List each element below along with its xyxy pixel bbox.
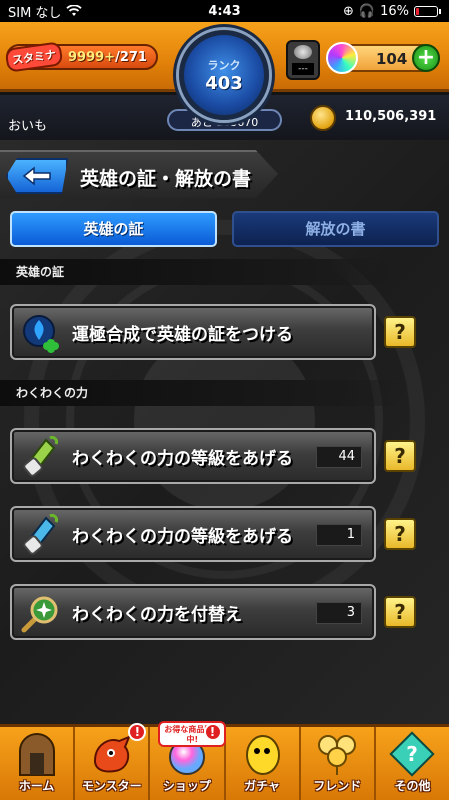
stamina-gauge: スタミナ 9999+ /271 (4, 41, 158, 73)
help-button-change-wakuwaku[interactable]: ? (384, 596, 416, 628)
nav-home[interactable]: ホーム (0, 727, 76, 800)
gold-value: 110,506,391 (345, 109, 437, 124)
gold-coin-icon (310, 105, 336, 131)
rotation-lock-icon: ⊕ (343, 3, 354, 19)
monster-icon (93, 735, 131, 773)
stamina-max: /271 (115, 49, 147, 65)
carrier-text: SIM なし (8, 5, 62, 21)
rank-label: ランク (207, 58, 241, 72)
orb-counter: 104 + (326, 42, 440, 74)
help-button-hero-proof[interactable]: ? (384, 316, 416, 348)
upgrade-wakuwaku-el-button[interactable]: わくわくの力の等級をあげる 1 (10, 506, 376, 562)
help-button-upgrade-wakuwaku[interactable]: ? (384, 440, 416, 472)
battery-nub (439, 8, 441, 14)
battery-percent: 16% (380, 3, 409, 19)
add-orb-button[interactable]: + (412, 44, 440, 72)
change-wakuwaku-button[interactable]: わくわくの力を付替え 3 (10, 584, 376, 640)
other-question-icon: ? (389, 731, 436, 777)
wifi-icon (66, 5, 83, 16)
menu-label-change-wakuwaku: わくわくの力を付替え (72, 605, 242, 625)
count-upgrade-wakuwaku: 44 (316, 446, 362, 468)
gacha-egg-icon (246, 735, 281, 775)
nav-label-shop: ショップ (162, 779, 211, 793)
tab-hero-proof[interactable]: 英雄の証 (10, 211, 217, 247)
hero-proof-icon (23, 315, 59, 353)
battery-icon (414, 5, 438, 17)
orb-count: 104 (376, 50, 408, 68)
nav-other[interactable]: ? その他 (376, 727, 449, 800)
upgrade-wakuwaku-button[interactable]: わくわくの力の等級をあげる 44 (10, 428, 376, 484)
friend-balloons-icon (318, 735, 357, 775)
attach-hero-proof-button[interactable]: 運極合成で英雄の証をつける (10, 304, 376, 360)
status-bar: SIM なし 4:43 ⊕ 🎧 16% (0, 0, 449, 22)
nav-monster[interactable]: ! モンスター (75, 723, 151, 800)
nav-label-gacha: ガチャ (244, 779, 281, 793)
stage-device-icon[interactable]: --- (286, 40, 320, 80)
svg-text:?: ? (407, 742, 419, 766)
el-potion-bottle-icon (23, 514, 58, 555)
back-button[interactable] (6, 158, 68, 194)
rank-value: 403 (205, 72, 243, 94)
nav-label-other: その他 (394, 779, 431, 793)
count-change-wakuwaku: 3 (316, 602, 362, 624)
section-header-hero-proof: 英雄の証 (0, 259, 412, 285)
nav-shop[interactable]: お得な商品販売中! ! ショップ (150, 721, 227, 800)
menu-label-upgrade-wakuwaku-el: わくわくの力の等級をあげる (72, 527, 293, 547)
stage-text: --- (292, 63, 314, 75)
page-title: 英雄の証・解放の書 (80, 168, 252, 190)
nav-label-home: ホーム (18, 779, 55, 793)
tab-release-book[interactable]: 解放の書 (232, 211, 439, 247)
menu-label-attach-hero-proof: 運極合成で英雄の証をつける (72, 325, 293, 345)
section-header-wakuwaku: わくわくの力 (0, 380, 412, 406)
nav-badge-monster: ! (128, 723, 147, 741)
stamina-label: スタミナ (4, 41, 64, 73)
bottom-nav: ホーム ! モンスター お得な商品販売中! ! ショップ ガチャ フレンド ? … (0, 721, 449, 800)
potion-bottle-icon (23, 436, 58, 477)
orb-icon (326, 42, 358, 74)
main-content: 英雄の証・解放の書 英雄の証 解放の書 英雄の証 運極合成で英雄の証をつける ?… (0, 140, 449, 724)
back-arrow-icon (22, 166, 51, 186)
headphones-icon: 🎧 (358, 3, 376, 19)
help-button-upgrade-wakuwaku-el[interactable]: ? (384, 518, 416, 550)
nav-badge-shop: ! (203, 723, 222, 741)
rank-orb[interactable]: ランク 403 (179, 30, 269, 120)
nav-friend[interactable]: フレンド (301, 727, 376, 800)
magnifier-wand-icon (21, 596, 58, 633)
player-name: おいも (8, 119, 48, 134)
count-upgrade-wakuwaku-el: 1 (316, 524, 362, 546)
nav-label-monster: モンスター (81, 779, 142, 793)
nav-label-friend: フレンド (313, 779, 362, 793)
nav-gacha[interactable]: ガチャ (226, 727, 301, 800)
home-icon (18, 733, 55, 776)
menu-label-upgrade-wakuwaku: わくわくの力の等級をあげる (72, 449, 293, 469)
stamina-value: 9999+ (68, 49, 116, 65)
title-banner: 英雄の証・解放の書 (0, 150, 278, 198)
